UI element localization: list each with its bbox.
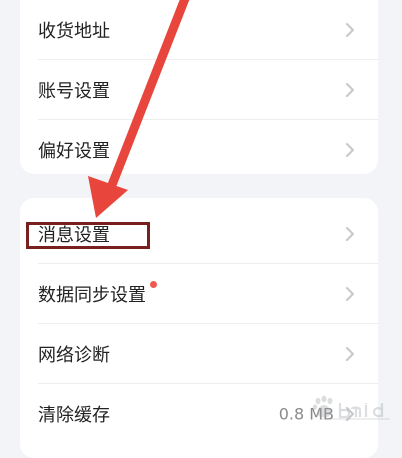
baidu-logo-icon xyxy=(312,395,390,420)
chevron-right-icon xyxy=(346,82,354,97)
settings-item-data-sync[interactable]: 数据同步设置 xyxy=(38,264,378,324)
chevron-right-icon xyxy=(346,346,354,361)
settings-item-account[interactable]: 账号设置 xyxy=(38,60,378,120)
settings-item-preferences[interactable]: 偏好设置 xyxy=(38,120,378,180)
settings-item-label: 账号设置 xyxy=(38,80,110,102)
settings-item-label: 收货地址 xyxy=(38,20,110,42)
settings-item-label: 偏好设置 xyxy=(38,141,110,162)
settings-item-label: 数据同步设置 xyxy=(38,284,146,306)
annotation-highlight-box xyxy=(26,222,150,249)
notification-dot-icon xyxy=(150,281,157,288)
chevron-right-icon xyxy=(346,22,354,37)
chevron-right-icon xyxy=(346,143,354,157)
settings-item-address[interactable]: 收货地址 xyxy=(38,0,378,60)
settings-group-account: 收货地址 账号设置 偏好设置 xyxy=(20,0,378,174)
chevron-right-icon xyxy=(346,286,354,301)
settings-item-network-diagnosis[interactable]: 网络诊断 xyxy=(38,324,378,384)
settings-item-label: 清除缓存 xyxy=(38,405,110,426)
settings-item-label: 网络诊断 xyxy=(38,344,110,366)
chevron-right-icon xyxy=(346,226,354,241)
